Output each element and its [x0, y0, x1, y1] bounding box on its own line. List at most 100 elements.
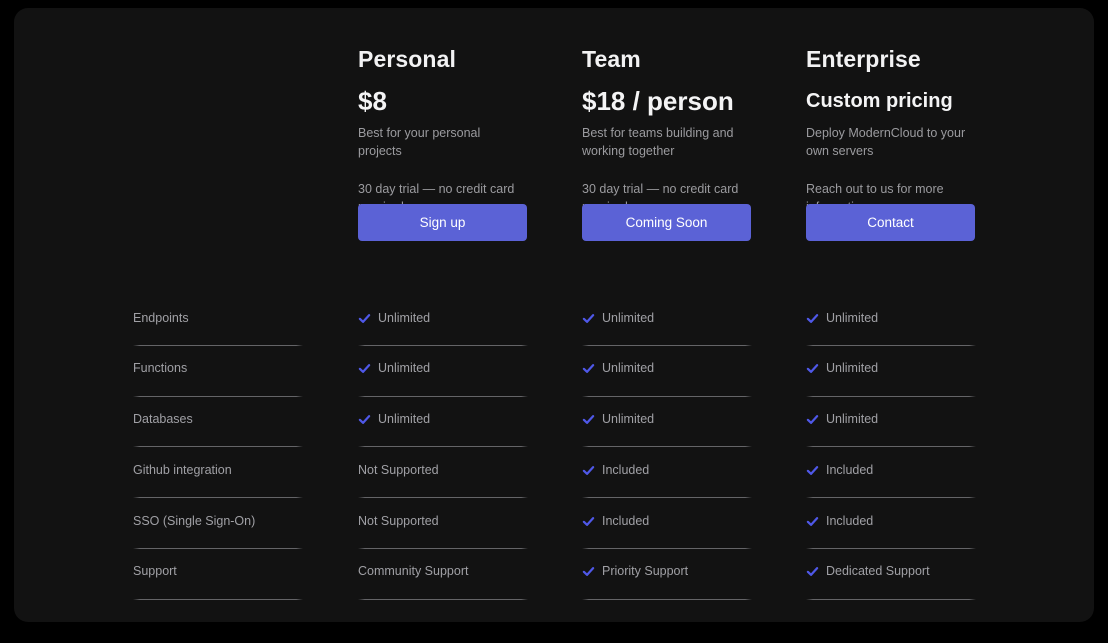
feature-value-cell: Unlimited — [582, 406, 752, 434]
feature-value-text: Unlimited — [378, 310, 430, 327]
feature-value-rows-personal: Unlimited Unlimited Unlimited Not Supported… — [358, 304, 528, 609]
feature-value-text: Unlimited — [378, 360, 430, 377]
row-divider — [806, 599, 976, 600]
feature-row: Community Support — [358, 558, 528, 609]
pricing-panel: Endpoints Functions Databases Github integr… — [14, 8, 1094, 622]
feature-value-text: Unlimited — [602, 310, 654, 327]
feature-label-sso-single-sign-on: SSO (Single Sign-On) — [133, 513, 255, 530]
feature-value-text: Unlimited — [602, 360, 654, 377]
feature-label-cell: Support — [133, 558, 303, 586]
plan-header-personal: Personal$8Best for your personal project… — [358, 44, 528, 216]
row-divider — [133, 599, 303, 600]
cta-button-team[interactable]: Coming Soon — [582, 204, 751, 241]
feature-value-cell: Included — [582, 507, 752, 535]
check-icon — [358, 413, 371, 426]
feature-label-cell: Functions — [133, 355, 303, 383]
feature-value-text: Not Supported — [358, 462, 439, 479]
feature-value-cell: Dedicated Support — [806, 558, 976, 586]
check-icon — [582, 464, 595, 477]
feature-row: Support — [133, 558, 303, 609]
feature-label-cell: Endpoints — [133, 304, 303, 332]
feature-value-text: Unlimited — [378, 411, 430, 428]
feature-row: Unlimited — [806, 406, 976, 457]
feature-value-text: Included — [602, 513, 649, 530]
feature-label-rows: Endpoints Functions Databases Github integr… — [133, 304, 303, 609]
feature-row: Endpoints — [133, 304, 303, 355]
row-divider — [133, 446, 303, 447]
plan-name-personal: Personal — [358, 44, 528, 74]
feature-value-cell: Priority Support — [582, 558, 752, 586]
feature-row: Unlimited — [358, 406, 528, 457]
feature-value-rows-team: Unlimited Unlimited Unlimited Included Inclu… — [582, 304, 752, 609]
plan-description-enterprise: Deploy ModernCloud to your own servers — [806, 125, 971, 160]
feature-row: Included — [582, 507, 752, 558]
feature-value-cell: Not Supported — [358, 507, 528, 535]
row-divider — [806, 446, 976, 447]
feature-row: Databases — [133, 406, 303, 457]
feature-label-databases: Databases — [133, 411, 193, 428]
check-icon — [582, 312, 595, 325]
row-divider — [133, 497, 303, 498]
feature-value-text: Priority Support — [602, 563, 688, 580]
row-divider — [358, 396, 528, 397]
feature-value-text: Included — [826, 513, 873, 530]
row-divider — [582, 345, 752, 346]
plan-name-team: Team — [582, 44, 752, 74]
feature-value-text: Unlimited — [826, 360, 878, 377]
row-divider — [582, 599, 752, 600]
feature-row: Functions — [133, 355, 303, 406]
check-icon — [806, 362, 819, 375]
row-divider — [806, 497, 976, 498]
feature-value-text: Dedicated Support — [826, 563, 930, 580]
row-divider — [358, 497, 528, 498]
feature-row: Unlimited — [582, 406, 752, 457]
feature-label-functions: Functions — [133, 360, 187, 377]
feature-row: Unlimited — [806, 355, 976, 406]
feature-value-cell: Community Support — [358, 558, 528, 586]
feature-value-cell: Unlimited — [582, 304, 752, 332]
feature-row: Unlimited — [358, 355, 528, 406]
feature-value-cell: Unlimited — [358, 304, 528, 332]
row-divider — [358, 345, 528, 346]
feature-value-cell: Unlimited — [806, 304, 976, 332]
check-icon — [806, 312, 819, 325]
row-divider — [806, 345, 976, 346]
feature-label-support: Support — [133, 563, 177, 580]
check-icon — [358, 312, 371, 325]
feature-row: Included — [806, 507, 976, 558]
row-divider — [133, 345, 303, 346]
row-divider — [806, 396, 976, 397]
feature-row: Unlimited — [358, 304, 528, 355]
row-divider — [358, 599, 528, 600]
feature-value-text: Unlimited — [826, 310, 878, 327]
plan-price-personal: $8 — [358, 84, 528, 118]
check-icon — [582, 565, 595, 578]
plan-price-team: $18 / person — [582, 84, 752, 118]
feature-value-text: Community Support — [358, 563, 468, 580]
cta-button-enterprise[interactable]: Contact — [806, 204, 975, 241]
feature-row: SSO (Single Sign-On) — [133, 507, 303, 558]
check-icon — [806, 413, 819, 426]
pricing-table: Endpoints Functions Databases Github integr… — [14, 8, 1094, 622]
feature-value-cell: Unlimited — [806, 406, 976, 434]
row-divider — [582, 396, 752, 397]
check-icon — [358, 362, 371, 375]
feature-row: Unlimited — [806, 304, 976, 355]
check-icon — [582, 515, 595, 528]
feature-row: Not Supported — [358, 507, 528, 558]
check-icon — [806, 464, 819, 477]
feature-value-rows-enterprise: UnlimitedUnlimitedUnlimitedIncludedInclu… — [806, 304, 976, 609]
feature-value-text: Included — [602, 462, 649, 479]
row-divider — [582, 497, 752, 498]
check-icon — [582, 413, 595, 426]
feature-value-cell: Unlimited — [358, 406, 528, 434]
check-icon — [806, 565, 819, 578]
feature-label-cell: Databases — [133, 406, 303, 434]
feature-label-endpoints: Endpoints — [133, 310, 189, 327]
feature-value-cell: Unlimited — [582, 355, 752, 383]
cta-button-personal[interactable]: Sign up — [358, 204, 527, 241]
feature-label-github-integration: Github integration — [133, 462, 232, 479]
feature-value-text: Unlimited — [602, 411, 654, 428]
plan-price-enterprise: Custom pricing — [806, 84, 976, 118]
feature-value-text: Not Supported — [358, 513, 439, 530]
